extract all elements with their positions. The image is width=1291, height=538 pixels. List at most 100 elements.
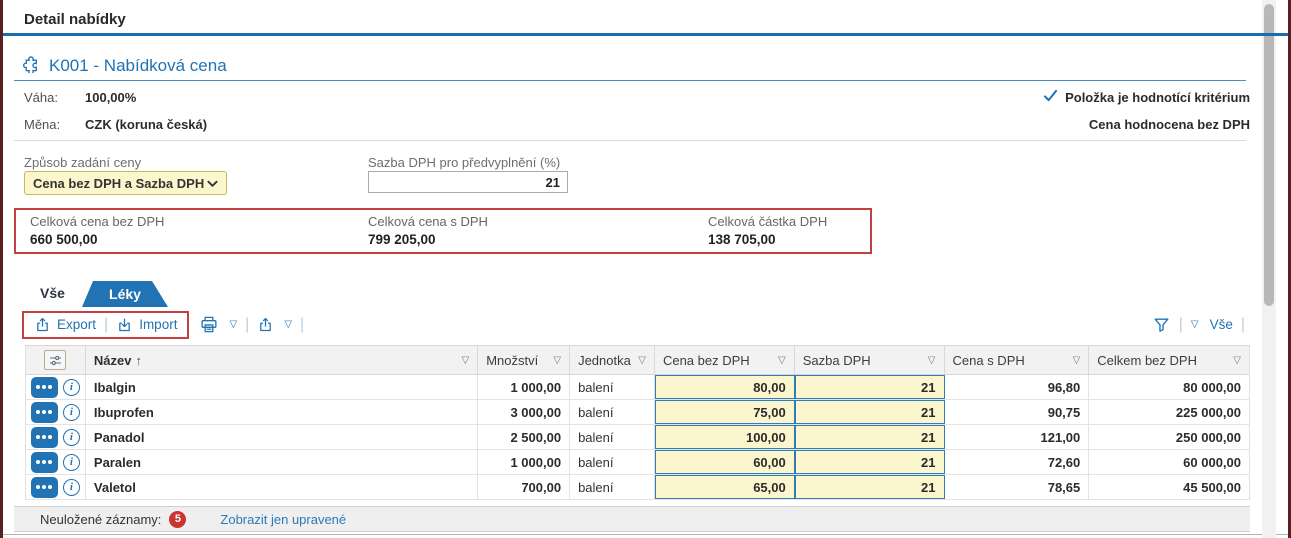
show-edited-link[interactable]: Zobrazit jen upravené [220, 512, 346, 527]
table-row: i Ibuprofen 3 000,00 balení 75,00 21 90,… [26, 400, 1249, 425]
table-toolbar: Export | Import ▽ | ▽ | [22, 310, 1253, 339]
scrollbar-thumb[interactable] [1264, 4, 1274, 306]
price-mode-label: Způsob zadání ceny [24, 155, 141, 170]
total-vat-amount: Celková částka DPH 138 705,00 [708, 214, 827, 247]
column-settings-button[interactable] [44, 350, 66, 370]
header-vat-rate[interactable]: Sazba DPH [803, 353, 871, 368]
import-label: Import [139, 317, 177, 332]
vat-prefill-label: Sazba DPH pro předvyplnění (%) [368, 155, 560, 170]
criterion-underline [14, 80, 1246, 81]
total-vat-amount-value: 138 705,00 [708, 232, 827, 247]
row-unit: balení [570, 425, 655, 449]
puzzle-icon [22, 54, 41, 78]
total-with-vat-value: 799 205,00 [368, 232, 488, 247]
toolbar-separator: | [237, 316, 257, 334]
vat-rate-input[interactable]: 21 [795, 475, 945, 499]
row-actions-button[interactable] [31, 427, 58, 448]
criterion-title: K001 - Nabídková cena [49, 56, 227, 76]
export-label: Export [57, 317, 96, 332]
vat-rate-input[interactable]: 21 [795, 450, 945, 474]
price-no-vat-input[interactable]: 80,00 [655, 375, 795, 399]
price-mode-select[interactable]: Cena bez DPH a Sazba DPH [24, 171, 227, 195]
header-total-no-vat[interactable]: Celkem bez DPH [1097, 353, 1197, 368]
table-row: i Ibalgin 1 000,00 balení 80,00 21 96,80… [26, 375, 1249, 400]
share-dropdown-icon[interactable]: ▽ [284, 319, 292, 330]
tab-leky[interactable]: Léky [82, 281, 168, 307]
price-no-vat-input[interactable]: 100,00 [655, 425, 795, 449]
header-price-no-vat-filter-icon[interactable]: ▽ [778, 355, 786, 366]
header-name[interactable]: Název [94, 353, 132, 368]
row-price-with-vat: 90,75 [945, 400, 1090, 424]
header-price-with-vat-filter-icon[interactable]: ▽ [1073, 355, 1081, 366]
table-row: i Panadol 2 500,00 balení 100,00 21 121,… [26, 425, 1249, 450]
info-icon[interactable]: i [63, 454, 80, 471]
header-price-no-vat[interactable]: Cena bez DPH [663, 353, 750, 368]
header-rule [3, 33, 1288, 36]
criterion-note-text: Položka je hodnotící kritérium [1065, 90, 1250, 105]
totals-box: Celková cena bez DPH 660 500,00 Celková … [14, 208, 872, 254]
header-unit-filter-icon[interactable]: ▽ [638, 355, 646, 366]
filter-button[interactable] [1152, 316, 1171, 334]
price-no-vat-input[interactable]: 65,00 [655, 475, 795, 499]
vat-rate-input[interactable]: 21 [795, 375, 945, 399]
info-icon[interactable]: i [63, 404, 80, 421]
header-vat-rate-filter-icon[interactable]: ▽ [928, 355, 936, 366]
row-quantity: 2 500,00 [478, 425, 570, 449]
row-name: Paralen [86, 450, 478, 474]
toolbar-separator: | [292, 316, 312, 334]
header-unit[interactable]: Jednotka [578, 353, 631, 368]
row-actions-button[interactable] [31, 377, 58, 398]
sort-asc-icon[interactable]: ↑ [135, 353, 142, 368]
row-price-with-vat: 121,00 [945, 425, 1090, 449]
row-price-with-vat: 72,60 [945, 450, 1090, 474]
row-actions-button[interactable] [31, 402, 58, 423]
vat-prefill-input[interactable] [368, 171, 568, 193]
weight-value: 100,00% [85, 90, 136, 105]
total-no-vat-label: Celková cena bez DPH [30, 214, 164, 229]
export-button[interactable]: Export [34, 316, 96, 333]
toolbar-separator: | [96, 316, 116, 334]
total-no-vat-value: 660 500,00 [30, 232, 164, 247]
total-vat-amount-label: Celková částka DPH [708, 214, 827, 229]
info-icon[interactable]: i [63, 479, 80, 496]
row-total-no-vat: 45 500,00 [1089, 475, 1249, 499]
view-all-label: Vše [1210, 317, 1233, 332]
row-name: Ibuprofen [86, 400, 478, 424]
header-total-no-vat-filter-icon[interactable]: ▽ [1233, 355, 1241, 366]
view-dropdown-icon[interactable]: ▽ [1191, 319, 1199, 330]
total-no-vat: Celková cena bez DPH 660 500,00 [30, 214, 164, 247]
unsaved-records-label: Neuložené záznamy: [40, 512, 161, 527]
row-name: Panadol [86, 425, 478, 449]
share-button[interactable]: ▽ [257, 316, 292, 333]
section-divider [14, 140, 1246, 141]
table-row: i Paralen 1 000,00 balení 60,00 21 72,60… [26, 450, 1249, 475]
criterion-note: Položka je hodnotící kritérium [1043, 89, 1250, 105]
price-mode-value: Cena bez DPH a Sazba DPH [33, 176, 204, 191]
header-quantity[interactable]: Množství [486, 353, 538, 368]
page-left-border [0, 0, 3, 538]
print-dropdown-icon[interactable]: ▽ [229, 319, 237, 330]
row-total-no-vat: 80 000,00 [1089, 375, 1249, 399]
view-select[interactable]: ▽ Vše [1191, 317, 1233, 332]
row-actions-button[interactable] [31, 477, 58, 498]
info-icon[interactable]: i [63, 429, 80, 446]
row-quantity: 1 000,00 [478, 450, 570, 474]
print-button[interactable]: ▽ [199, 315, 237, 334]
row-actions-button[interactable] [31, 452, 58, 473]
header-price-with-vat[interactable]: Cena s DPH [953, 353, 1025, 368]
import-button[interactable]: Import [116, 316, 177, 333]
row-quantity: 700,00 [478, 475, 570, 499]
row-quantity: 1 000,00 [478, 375, 570, 399]
criterion-header: K001 - Nabídková cena [22, 54, 227, 78]
row-total-no-vat: 60 000,00 [1089, 450, 1249, 474]
vat-rate-input[interactable]: 21 [795, 425, 945, 449]
header-name-filter-icon[interactable]: ▽ [462, 355, 470, 366]
price-no-vat-input[interactable]: 75,00 [655, 400, 795, 424]
row-unit: balení [570, 450, 655, 474]
header-quantity-filter-icon[interactable]: ▽ [553, 355, 561, 366]
tab-all[interactable]: Vše [40, 285, 65, 301]
total-with-vat-label: Celková cena s DPH [368, 214, 488, 229]
price-no-vat-input[interactable]: 60,00 [655, 450, 795, 474]
info-icon[interactable]: i [63, 379, 80, 396]
vat-rate-input[interactable]: 21 [795, 400, 945, 424]
